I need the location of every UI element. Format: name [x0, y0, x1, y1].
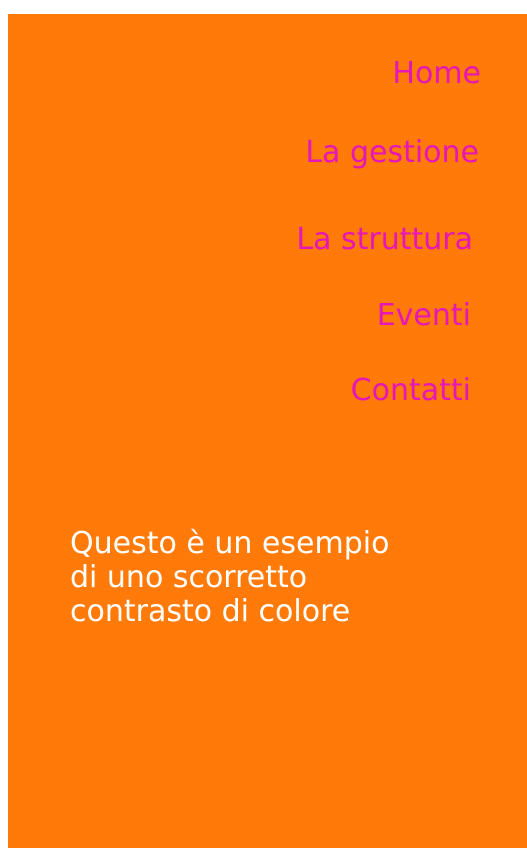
page-panel: Home La gestione La struttura Eventi Con… [8, 14, 527, 848]
message-line: contrasto di colore [70, 594, 351, 629]
message-line: Questo è un esempio [70, 526, 390, 561]
message-line: di uno scorretto [70, 560, 308, 595]
nav-link-la-gestione[interactable]: La gestione [305, 138, 479, 168]
nav-link-la-struttura[interactable]: La struttura [296, 225, 473, 255]
contrast-example-text: Questo è un esempio di uno scorretto con… [70, 527, 490, 629]
nav-link-eventi[interactable]: Eventi [377, 301, 471, 331]
nav-link-contatti[interactable]: Contatti [351, 376, 471, 406]
nav-link-home[interactable]: Home [392, 59, 481, 89]
